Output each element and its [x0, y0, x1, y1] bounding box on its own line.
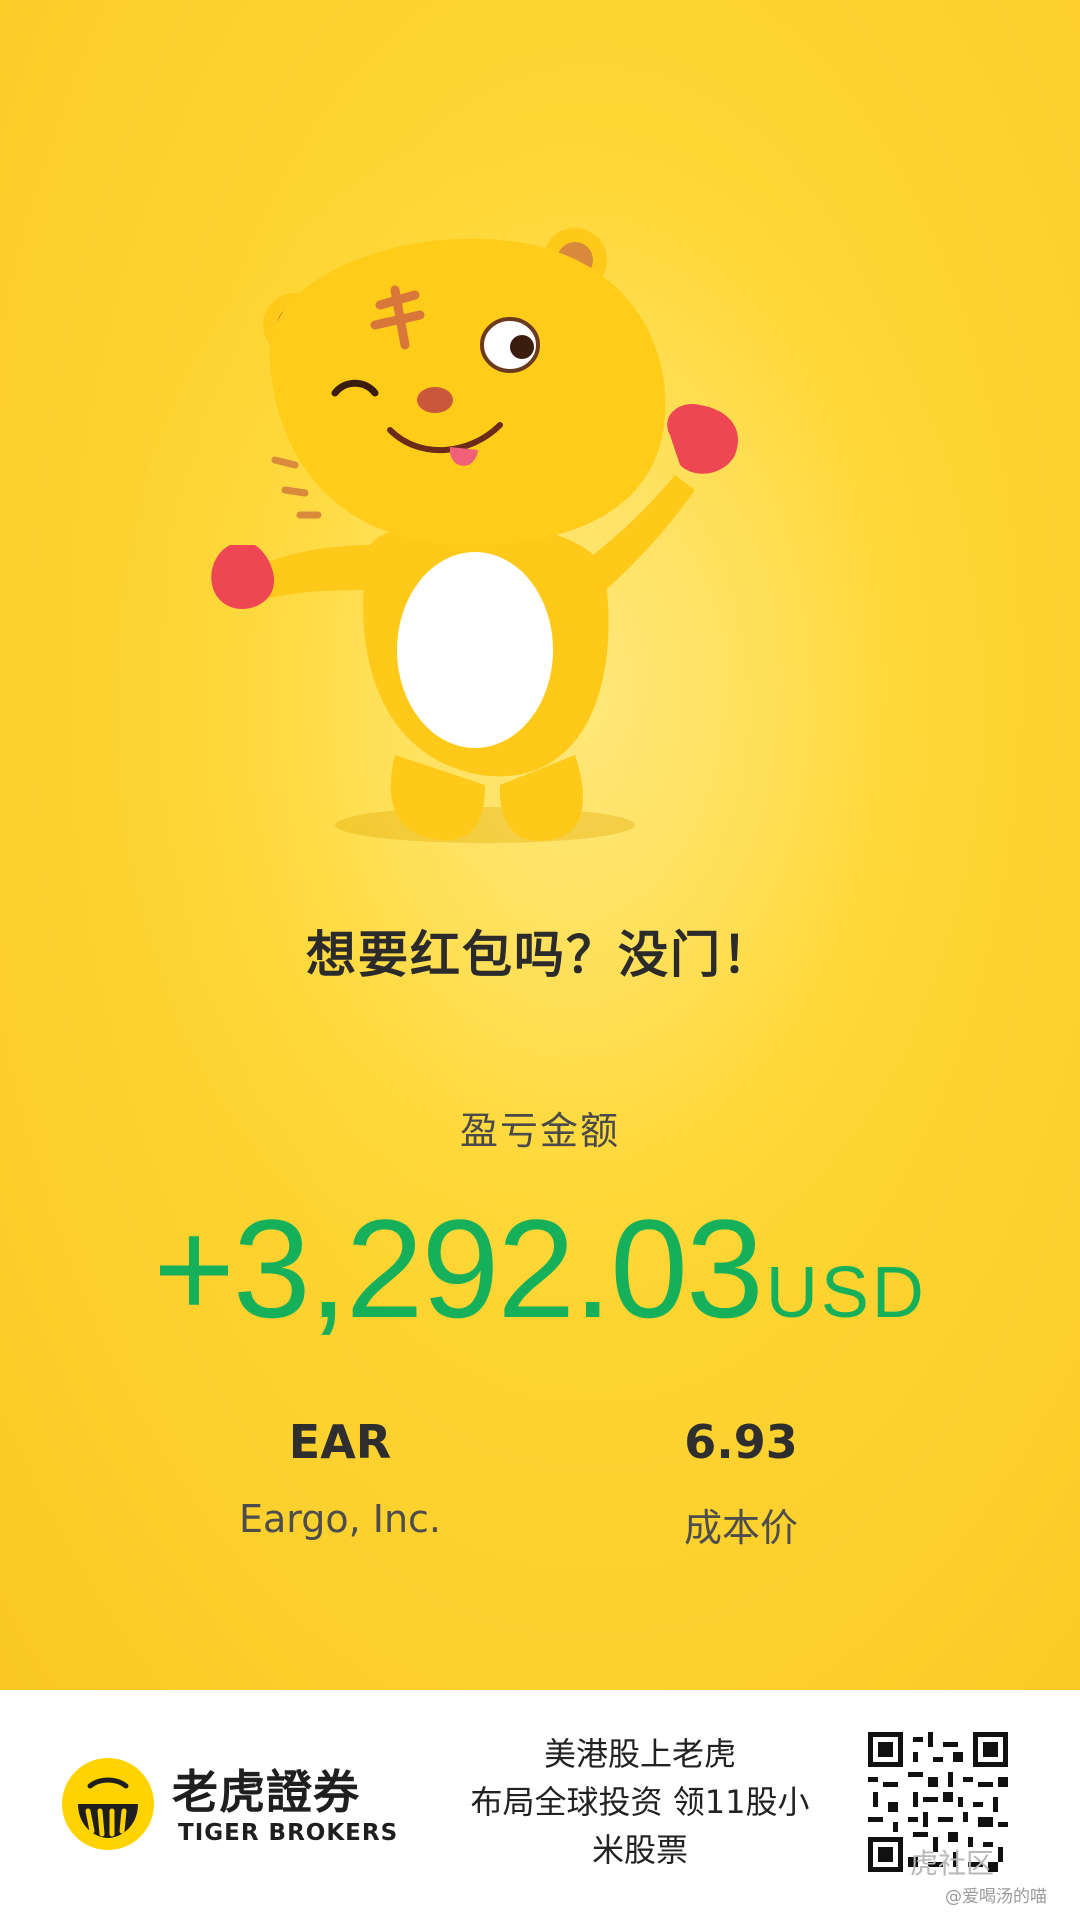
footer-banner: 老虎證券 TIGER BROKERS 美港股上老虎 布局全球投资 领11股小 米… — [0, 1690, 1080, 1920]
user-watermark: @爱喝汤的喵 — [945, 1887, 1047, 1907]
pnl-label: 盈亏金额 — [459, 1109, 620, 1153]
tiger-logo-icon — [62, 1758, 154, 1850]
promo-line: 米股票 — [591, 1831, 688, 1869]
stock-ticker: EAR — [288, 1415, 392, 1469]
share-poster: 想要红包吗？没门！ 盈亏金额 +3,292.03USD EAR Eargo, I… — [0, 0, 1080, 1690]
pnl-currency: USD — [765, 1253, 927, 1333]
tiger-mascot-icon — [211, 228, 739, 843]
promo-text: 美港股上老虎 布局全球投资 领11股小 米股票 — [440, 1730, 840, 1874]
pnl-amount: +3,292.03 — [153, 1190, 764, 1347]
headline: 想要红包吗？没门！ — [306, 926, 774, 984]
brand-name-en: TIGER BROKERS — [178, 1820, 399, 1846]
promo-line: 布局全球投资 领11股小 — [470, 1783, 810, 1821]
pnl-value: +3,292.03USD — [0, 1188, 1080, 1350]
brand-name-cn: 老虎證券 — [172, 1765, 360, 1819]
company-name: Eargo, Inc. — [238, 1497, 442, 1541]
cost-price-value: 6.93 — [684, 1415, 798, 1469]
stock-info: EAR Eargo, Inc. — [175, 1415, 505, 1541]
cost-info: 6.93 成本价 — [576, 1415, 906, 1552]
promo-line: 美港股上老虎 — [543, 1735, 736, 1773]
cost-price-label: 成本价 — [683, 1506, 798, 1550]
community-watermark: 虎社区 — [910, 1847, 995, 1880]
